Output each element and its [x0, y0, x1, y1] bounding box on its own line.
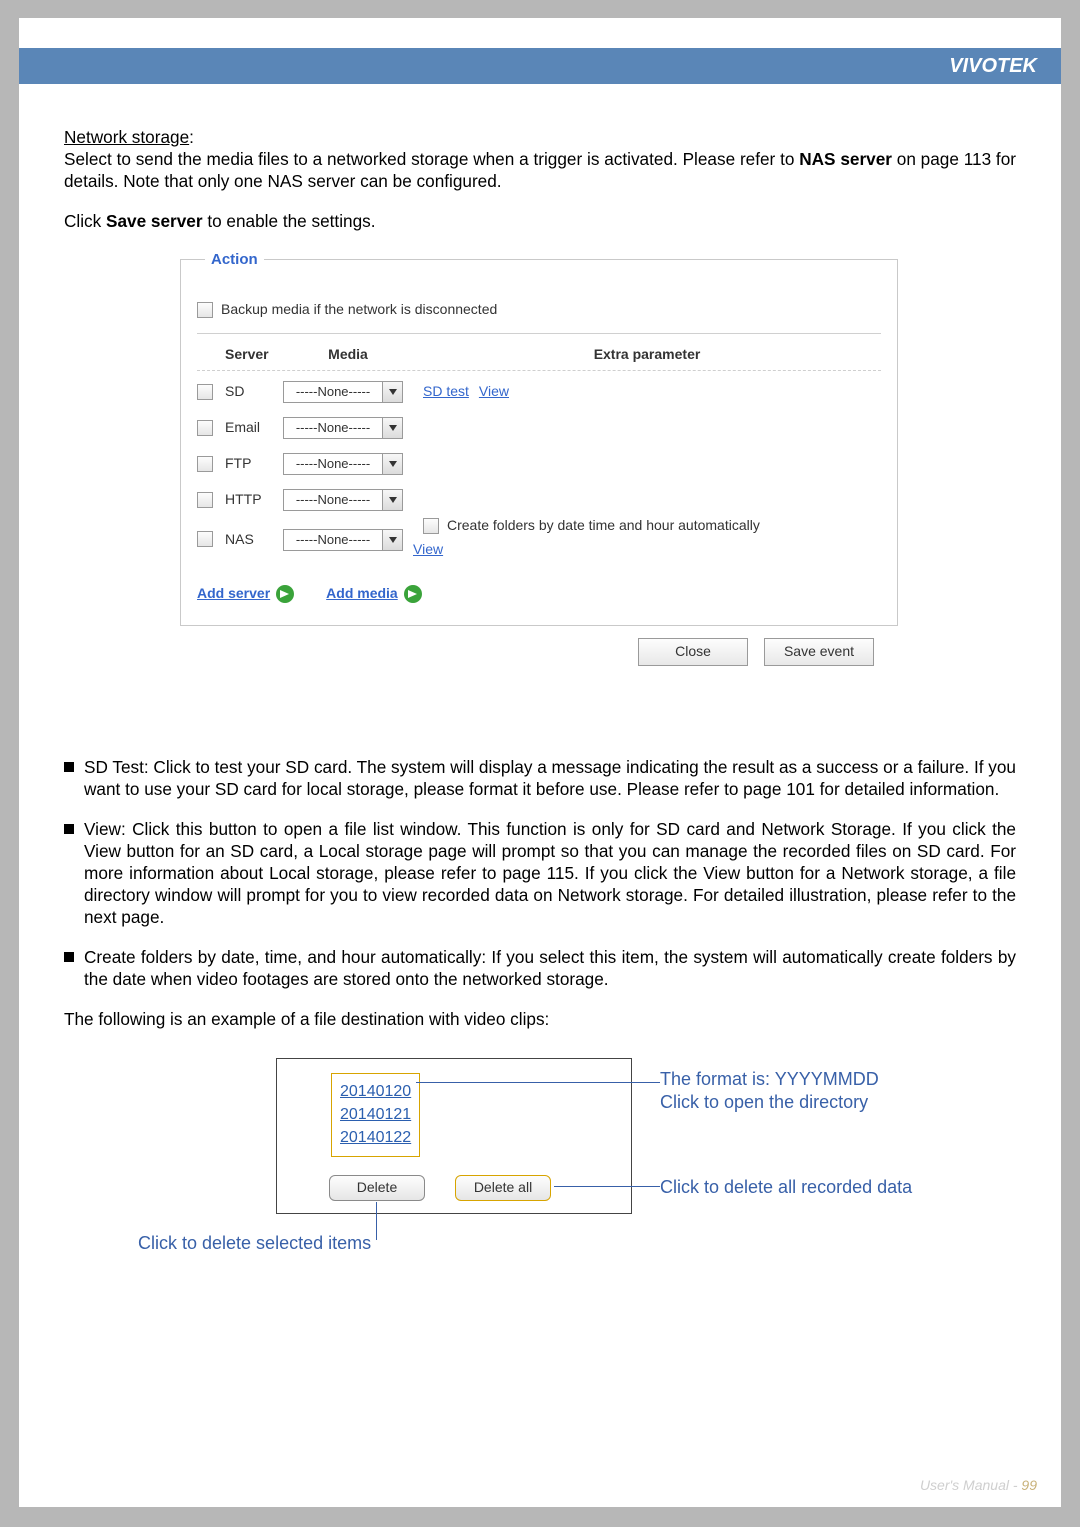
media-select-nas[interactable]: -----None-----	[283, 529, 403, 551]
add-icon	[404, 585, 422, 603]
backup-label: Backup media if the network is disconnec…	[221, 301, 497, 319]
backup-row: Backup media if the network is disconnec…	[197, 301, 881, 319]
example-diagram: 20140120 20140121 20140122 Delete Delete…	[276, 1058, 1016, 1258]
action-panel-wrap: Action Backup media if the network is di…	[180, 250, 898, 666]
server-label-sd: SD	[225, 383, 283, 401]
row-checkbox-email[interactable]	[197, 420, 213, 436]
table-row-nas: NAS -----None----- Create folders by dat…	[197, 515, 881, 563]
backup-checkbox[interactable]	[197, 302, 213, 318]
table-row-sd: SD -----None----- SD test View	[197, 371, 881, 407]
add-media-link[interactable]: Add media	[326, 585, 422, 603]
bullet-sd: SD Test: Click to test your SD card. The…	[64, 756, 1016, 800]
create-folders-checkbox[interactable]	[423, 518, 439, 534]
create-folders-label: Create folders by date time and hour aut…	[447, 517, 760, 535]
row-checkbox-nas[interactable]	[197, 531, 213, 547]
add-row: Add server Add media	[197, 585, 881, 603]
page-content: Network storage: Select to send the medi…	[64, 126, 1016, 1258]
media-select-sd[interactable]: -----None-----	[283, 381, 403, 403]
media-select-http[interactable]: -----None-----	[283, 489, 403, 511]
page-footer: User's Manual - 99	[920, 1477, 1037, 1493]
chevron-down-icon	[382, 530, 402, 550]
folder-list: 20140120 20140121 20140122	[331, 1073, 420, 1157]
divider	[197, 333, 881, 334]
chevron-down-icon	[382, 418, 402, 438]
dialog-buttons: Close Save event	[180, 638, 874, 666]
col-media: Media	[283, 346, 413, 364]
media-select-ftp[interactable]: -----None-----	[283, 453, 403, 475]
folder-link[interactable]: 20140121	[340, 1103, 411, 1126]
bullet-view: View: Click this button to open a file l…	[64, 818, 1016, 928]
table-row-email: Email -----None-----	[197, 407, 881, 443]
row-checkbox-sd[interactable]	[197, 384, 213, 400]
section-heading: Network storage:	[64, 126, 1016, 148]
bullet-create: Create folders by date, time, and hour a…	[64, 946, 1016, 990]
server-label-http: HTTP	[225, 491, 283, 509]
add-icon	[276, 585, 294, 603]
save-event-button[interactable]: Save event	[764, 638, 874, 666]
intro-paragraph-2: Click Save server to enable the settings…	[64, 210, 1016, 232]
server-label-ftp: FTP	[225, 455, 283, 473]
chevron-down-icon	[382, 382, 402, 402]
row-checkbox-http[interactable]	[197, 492, 213, 508]
document-page: VIVOTEK Network storage: Select to send …	[19, 18, 1061, 1507]
sd-view-link[interactable]: View	[479, 383, 509, 401]
annot-delete: Click to delete selected items	[138, 1232, 538, 1255]
delete-all-button[interactable]: Delete all	[455, 1175, 551, 1201]
action-legend: Action	[205, 250, 264, 269]
table-header: Server Media Extra parameter	[197, 340, 881, 371]
nas-view-link[interactable]: View	[413, 541, 443, 559]
server-table: Server Media Extra parameter SD -----Non…	[197, 340, 881, 563]
brand-bar: VIVOTEK	[19, 48, 1061, 84]
table-row-http: HTTP -----None-----	[197, 479, 881, 515]
add-server-link[interactable]: Add server	[197, 585, 294, 603]
bullet-list: SD Test: Click to test your SD card. The…	[64, 756, 1016, 990]
annot-format: The format is: YYYYMMDD Click to open th…	[660, 1068, 879, 1113]
delete-button[interactable]: Delete	[329, 1175, 425, 1201]
example-lead: The following is an example of a file de…	[64, 1008, 1016, 1030]
col-extra: Extra parameter	[413, 346, 881, 364]
server-label-email: Email	[225, 419, 283, 437]
annot-delete-all: Click to delete all recorded data	[660, 1176, 912, 1199]
close-button[interactable]: Close	[638, 638, 748, 666]
action-panel: Action Backup media if the network is di…	[180, 250, 898, 626]
col-server: Server	[225, 346, 283, 364]
chevron-down-icon	[382, 454, 402, 474]
row-checkbox-ftp[interactable]	[197, 456, 213, 472]
server-label-nas: NAS	[225, 529, 283, 549]
table-row-ftp: FTP -----None-----	[197, 443, 881, 479]
folder-link[interactable]: 20140120	[340, 1080, 411, 1103]
sd-test-link[interactable]: SD test	[423, 383, 469, 401]
media-select-email[interactable]: -----None-----	[283, 417, 403, 439]
intro-paragraph-1: Select to send the media files to a netw…	[64, 148, 1016, 192]
chevron-down-icon	[382, 490, 402, 510]
folder-link[interactable]: 20140122	[340, 1126, 411, 1149]
